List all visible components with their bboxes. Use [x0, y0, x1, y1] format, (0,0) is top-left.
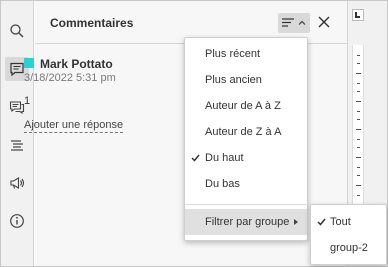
ruler-tick [357, 195, 360, 196]
group-option-group-2[interactable]: group-2 [311, 235, 386, 261]
ruler-tick [357, 55, 360, 56]
ruler-tick [356, 157, 361, 158]
info-icon [10, 214, 24, 228]
sort-menu: Plus récent Plus ancien Auteur de A à Z … [184, 37, 308, 241]
menu-item-label: Auteur de Z à A [205, 126, 282, 138]
ruler-tick [357, 139, 360, 140]
left-toolbar [1, 1, 34, 266]
menu-item-label: group-2 [330, 242, 368, 254]
ruler-tick [357, 147, 360, 148]
add-reply-link[interactable]: Ajouter une réponse [24, 119, 124, 133]
panel-title: Commentaires [50, 16, 134, 30]
comments-icon [10, 62, 24, 77]
menu-item-label: Du bas [205, 178, 240, 190]
ruler-tick [357, 175, 360, 176]
chevron-up-icon [298, 20, 306, 25]
ruler-tick [357, 83, 360, 84]
ruler-tick [357, 111, 360, 112]
checkmark-icon [317, 218, 326, 226]
checkmark-icon [191, 154, 200, 162]
navigation-icon [11, 140, 23, 151]
comment-text: 1 [24, 95, 31, 107]
group-option-all[interactable]: Tout [311, 209, 386, 235]
sort-option-oldest[interactable]: Plus ancien [185, 67, 307, 93]
group-filter-submenu: Tout group-2 [310, 204, 387, 265]
menu-item-label: Du haut [205, 152, 244, 164]
menu-item-label: Auteur de A à Z [205, 100, 281, 112]
sort-option-author-az[interactable]: Auteur de A à Z [185, 93, 307, 119]
ruler-tick [356, 185, 361, 186]
chat-icon [9, 101, 25, 115]
ruler-tick [357, 167, 360, 168]
ruler-corner-icon[interactable] [352, 9, 364, 21]
announce-button[interactable] [5, 171, 29, 195]
search-icon [10, 24, 24, 38]
ruler-tick [357, 63, 360, 64]
author-color-swatch [24, 58, 34, 68]
sort-option-top[interactable]: Du haut [185, 145, 307, 171]
comment-date: 3/18/2022 5:31 pm [24, 72, 116, 84]
menu-divider [185, 204, 307, 205]
close-icon[interactable] [317, 15, 331, 29]
sort-option-author-za[interactable]: Auteur de Z à A [185, 119, 307, 145]
menu-item-label: Filtrer par groupe [205, 216, 290, 228]
search-button[interactable] [5, 19, 29, 43]
comment-author: Mark Pottato [40, 57, 113, 71]
sort-option-bottom[interactable]: Du bas [185, 171, 307, 197]
info-button[interactable] [5, 209, 29, 233]
announce-icon [10, 177, 25, 189]
ruler-tick [357, 91, 360, 92]
ruler-tick [357, 119, 360, 120]
menu-item-label: Plus ancien [205, 74, 262, 86]
sort-button[interactable] [278, 13, 310, 33]
ruler-tick [356, 73, 361, 74]
menu-item-label: Tout [330, 216, 351, 228]
navigation-button[interactable] [5, 133, 29, 157]
editor-window: Commentaires Mark Pottato 3/18/2022 5:31 [0, 0, 388, 267]
submenu-arrow-icon [294, 219, 298, 225]
filter-by-group-item[interactable]: Filtrer par groupe [185, 209, 307, 235]
ruler-tick [356, 129, 361, 130]
menu-item-label: Plus récent [205, 48, 261, 60]
ruler-tick [356, 101, 361, 102]
sort-option-newest[interactable]: Plus récent [185, 41, 307, 67]
sort-icon [282, 18, 294, 27]
